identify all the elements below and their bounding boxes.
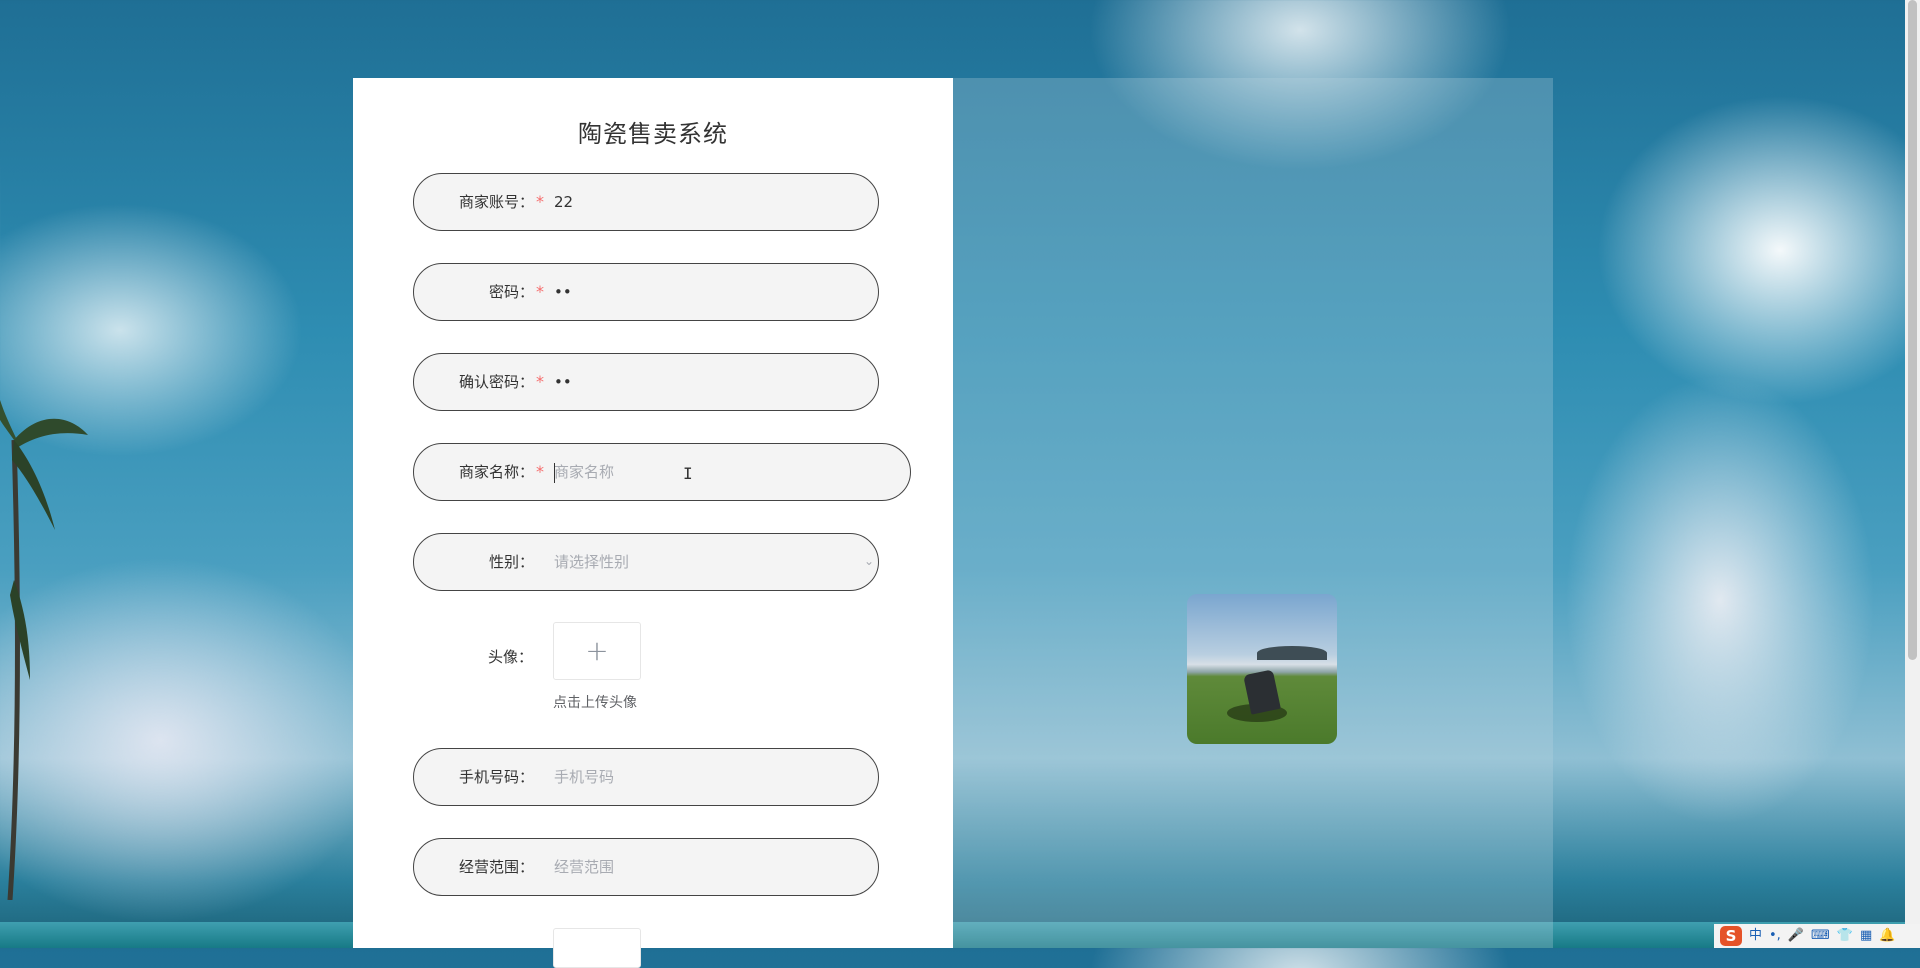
phone-field[interactable]: 手机号码： 手机号码 [413, 748, 879, 806]
avatar-preview-image [1187, 594, 1337, 744]
gender-label: 性别： [488, 553, 534, 571]
notification-icon[interactable]: 🔔 [1879, 926, 1895, 946]
required-mark: * [536, 462, 544, 481]
merchant-name-field[interactable]: 商家名称： * 商家名称 I [413, 443, 911, 501]
business-scope-field[interactable]: 经营范围： 经营范围 [413, 838, 879, 896]
password-value: •• [554, 283, 572, 301]
password-field[interactable]: 密码： * •• [413, 263, 879, 321]
ime-mode-toggle[interactable]: 中 [1749, 926, 1762, 946]
confirm-password-label: 确认密码： [458, 373, 534, 391]
business-scope-label: 经营范围： [458, 858, 534, 876]
side-panel-overlay [953, 78, 1553, 948]
gender-placeholder: 请选择性别 [554, 553, 630, 571]
scrollbar-thumb[interactable] [1908, 0, 1917, 660]
skin-icon[interactable]: 👕 [1837, 926, 1853, 946]
page-title: 陶瓷售卖系统 [578, 120, 728, 148]
password-label: 密码： [488, 283, 534, 301]
account-field[interactable]: 商家账号： * 22 [413, 173, 879, 231]
text-caret [554, 463, 555, 483]
account-label: 商家账号： [458, 193, 534, 211]
business-scope-placeholder: 经营范围 [554, 858, 615, 876]
chevron-down-icon[interactable]: ⌄ [864, 554, 874, 568]
sogou-ime-icon[interactable]: S [1720, 926, 1742, 946]
toolbox-icon[interactable]: ▦ [1860, 926, 1872, 946]
gender-select[interactable]: 性别： 请选择性别 ⌄ [413, 533, 879, 591]
avatar-upload-button[interactable]: + [553, 622, 641, 680]
account-value: 22 [554, 193, 574, 211]
avatar-label: 头像： [487, 648, 533, 666]
island-shape [1257, 646, 1327, 660]
confirm-password-field[interactable]: 确认密码： * •• [413, 353, 879, 411]
phone-label: 手机号码： [458, 768, 534, 786]
merchant-name-label: 商家名称： [458, 463, 534, 481]
page-scrollbar[interactable] [1905, 0, 1920, 948]
merchant-name-placeholder: 商家名称 [554, 463, 615, 481]
punctuation-icon[interactable]: •, [1769, 926, 1781, 946]
required-mark: * [536, 282, 544, 301]
microphone-icon[interactable]: 🎤 [1788, 926, 1804, 946]
register-card: 陶瓷售卖系统 商家账号： * 22 密码： * •• 确认密码： * •• 商家… [353, 78, 953, 968]
keyboard-icon[interactable]: ⌨ [1811, 926, 1830, 946]
required-mark: * [536, 192, 544, 211]
confirm-password-value: •• [554, 373, 572, 391]
plus-icon: + [585, 634, 609, 667]
required-mark: * [536, 372, 544, 391]
avatar-upload-hint: 点击上传头像 [553, 695, 637, 711]
palm-tree-decoration [0, 400, 88, 900]
ime-toolbar: S 中 •, 🎤 ⌨ 👕 ▦ 🔔 [1714, 924, 1920, 948]
ibeam-cursor-icon: I [683, 464, 693, 483]
phone-placeholder: 手机号码 [554, 768, 615, 786]
next-upload-box[interactable] [553, 928, 641, 968]
